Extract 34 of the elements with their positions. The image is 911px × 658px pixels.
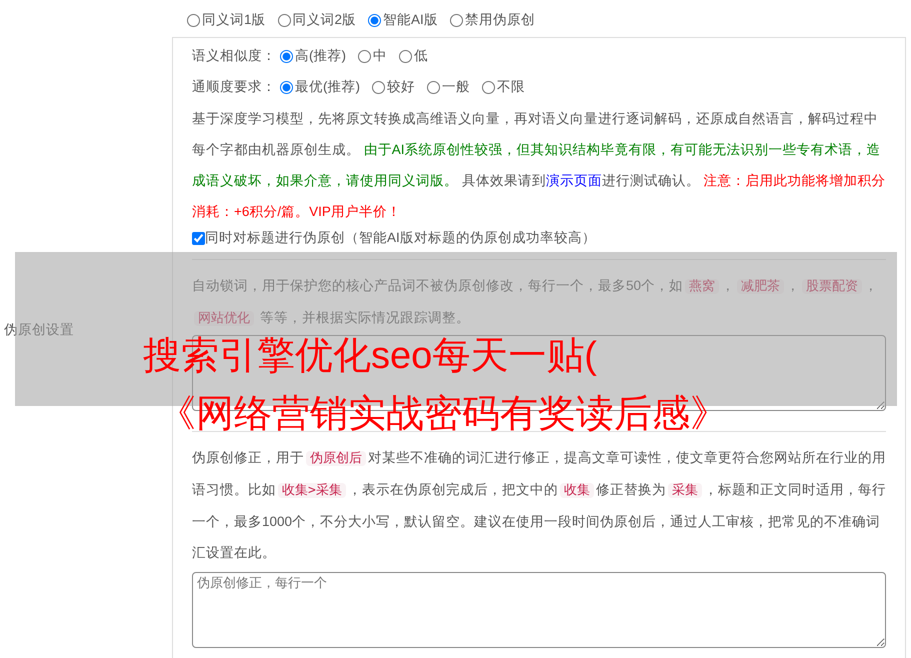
radio-label[interactable]: 同义词1版 <box>202 10 266 31</box>
checkbox-label[interactable]: 同时对标题进行伪原创（智能AI版对标题的伪原创成功率较高） <box>205 228 596 248</box>
radio-button[interactable] <box>427 81 440 94</box>
radio-label[interactable]: 一般 <box>442 77 470 98</box>
radio-label[interactable]: 同义词2版 <box>292 10 356 31</box>
radio-button[interactable] <box>368 14 382 27</box>
radio-button[interactable] <box>372 81 385 94</box>
radio-button[interactable] <box>358 50 371 63</box>
option-label: 通顺度要求： <box>192 78 276 96</box>
checkbox[interactable] <box>192 232 205 244</box>
radio-label[interactable]: 高(推荐) <box>295 46 346 67</box>
radio-button[interactable] <box>482 81 495 94</box>
radio-button[interactable] <box>280 50 293 63</box>
radio-button[interactable] <box>187 14 200 27</box>
radio-button[interactable] <box>450 14 463 27</box>
radio-label[interactable]: 较好 <box>387 77 415 98</box>
option-label: 语义相似度： <box>192 47 276 66</box>
radio-button[interactable] <box>399 50 412 63</box>
lock-words-description: 自动锁词，用于保护您的核心产品词不被伪原创修改，每行一个，最多50个，如 燕窝 ， 减肥茶 ， 股票配资 ， 网站优化 等等，并根据实际情况跟踪调整。 <box>192 277 880 328</box>
corrections-field[interactable]: 伪原创修正，每行一个 <box>192 572 886 648</box>
radio-label[interactable]: 低 <box>414 46 428 67</box>
radio-button[interactable] <box>280 81 293 94</box>
corrections-description: 伪原创修正，用于 伪原创后 对某些不准确的词汇进行修正，提高文章可读性，使文章更符合您网站所在行业的用语习惯。比如 收集>采集 ，表示在伪原创完成后，把文中的 收集 修正替换为 采集 ，标题和正文同时适用，每行一个，最多1000个，不分大小写，默认留空。建议在使用一段时间伪原创后，通过人工审核，把常见的不准确词汇设置在此。 <box>192 449 886 562</box>
section-label: 伪原创设置 <box>4 321 74 340</box>
radio-label[interactable]: 最优(推荐) <box>295 77 360 98</box>
ai-description: 基于深度学习模型，先将原文转换成高维语义向量，再对语义向量进行逐词解码，还原成自然语言，解码过程中每个字都由机器原创生成。 由于AI系统原创性较强，但其知识结构毕竟有限，有可能无法识别一些专有术语，造成语义破坏，如果介意，请使用同义词版。 具体效果请到演示页面进行测试确认。 注意：启用此功能将增加积分消耗：+6积分/篇。VIP用户半价！ <box>192 110 886 221</box>
radio-button[interactable] <box>278 14 291 27</box>
banner-title: 《网络营销实战密码有奖读后感》 <box>158 392 728 436</box>
radio-label[interactable]: 智能AI版 <box>383 10 438 31</box>
demo-page-link[interactable]: 演示页面 <box>546 173 602 188</box>
radio-label[interactable]: 不限 <box>497 77 525 98</box>
radio-label[interactable]: 禁用伪原创 <box>464 10 535 31</box>
banner-title: 搜索引擎优化seo每天一贴( <box>143 334 597 378</box>
radio-label[interactable]: 中 <box>373 46 387 67</box>
